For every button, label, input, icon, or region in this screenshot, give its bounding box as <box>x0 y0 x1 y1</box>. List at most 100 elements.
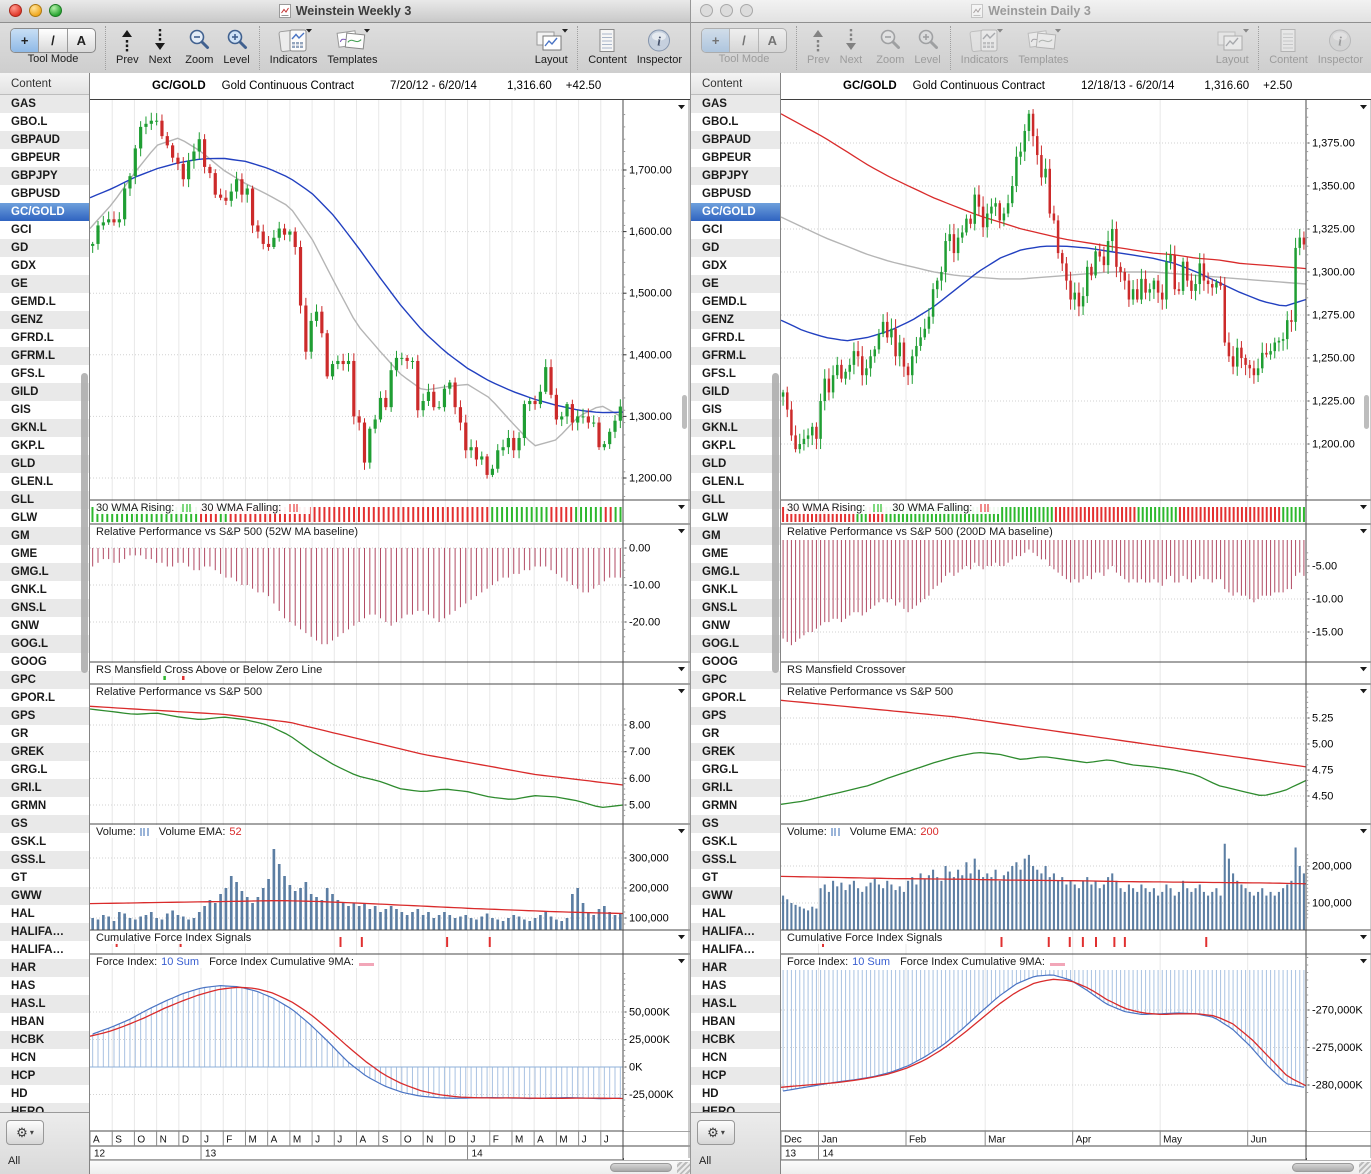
sidebar-item-gnkl[interactable]: GNK.L <box>0 581 89 599</box>
sidebar-item-gww[interactable]: GWW <box>0 887 89 905</box>
sidebar-item-gr[interactable]: GR <box>691 725 780 743</box>
sidebar-item-gt[interactable]: GT <box>691 869 780 887</box>
sidebar-item-hcn[interactable]: HCN <box>0 1049 89 1067</box>
sidebar-item-gas[interactable]: GAS <box>691 95 780 113</box>
sidebar-item-hal[interactable]: HAL <box>691 905 780 923</box>
sidebar-item-gps[interactable]: GPS <box>0 707 89 725</box>
sidebar-item-gfsl[interactable]: GFS.L <box>691 365 780 383</box>
zoom-out-button[interactable]: Zoom <box>185 26 213 66</box>
indicators-button[interactable]: Indicators <box>961 26 1009 66</box>
sidebar-item-gnw[interactable]: GNW <box>691 617 780 635</box>
sidebar-item-gbpusd[interactable]: GBPUSD <box>691 185 780 203</box>
sidebar-item-hasl[interactable]: HAS.L <box>691 995 780 1013</box>
sidebar-item-gogl[interactable]: GOG.L <box>0 635 89 653</box>
content-button[interactable]: Content <box>1269 26 1308 66</box>
sidebar-item-gssl[interactable]: GSS.L <box>0 851 89 869</box>
sidebar-item-grmn[interactable]: GRMN <box>0 797 89 815</box>
sidebar-item-halifa[interactable]: HALIFA… <box>691 941 780 959</box>
zoom-out-button[interactable]: Zoom <box>876 26 904 66</box>
content-button[interactable]: Content <box>588 26 627 66</box>
sidebar-item-gt[interactable]: GT <box>0 869 89 887</box>
horizontal-scrollbar[interactable] <box>90 1160 690 1174</box>
sidebar-item-gd[interactable]: GD <box>0 239 89 257</box>
layout-button[interactable]: Layout <box>1215 26 1249 66</box>
text-tool-button[interactable]: A <box>68 29 95 52</box>
sidebar-item-gd[interactable]: GD <box>691 239 780 257</box>
sidebar-item-gemdl[interactable]: GEMD.L <box>0 293 89 311</box>
resize-grip[interactable] <box>677 1162 690 1174</box>
sidebar-item-gpc[interactable]: GPC <box>691 671 780 689</box>
sidebar-scrollbar[interactable] <box>772 373 779 673</box>
sidebar-item-gskl[interactable]: GSK.L <box>691 833 780 851</box>
zoom-level-button[interactable]: Level <box>914 26 940 66</box>
crosshair-tool-button[interactable]: + <box>702 29 730 52</box>
crosshair-tool-button[interactable]: + <box>11 29 39 52</box>
prev-button[interactable]: Prev <box>807 26 830 66</box>
sidebar-item-gild[interactable]: GILD <box>691 383 780 401</box>
resize-grip[interactable] <box>1359 1162 1371 1174</box>
sidebar-item-gnkl[interactable]: GNK.L <box>691 581 780 599</box>
sidebar-item-gbpeur[interactable]: GBPEUR <box>691 149 780 167</box>
sidebar-item-hcp[interactable]: HCP <box>0 1067 89 1085</box>
sidebar-item-gbpjpy[interactable]: GBPJPY <box>0 167 89 185</box>
sidebar-item-genz[interactable]: GENZ <box>0 311 89 329</box>
text-tool-button[interactable]: A <box>759 29 786 52</box>
sidebar-item-gps[interactable]: GPS <box>691 707 780 725</box>
sidebar-item-glenl[interactable]: GLEN.L <box>0 473 89 491</box>
scrollbar-thumb[interactable] <box>1292 1163 1354 1172</box>
sidebar-item-gis[interactable]: GIS <box>691 401 780 419</box>
action-gear-button[interactable]: ⚙▾ <box>6 1120 44 1145</box>
sidebar-item-gemdl[interactable]: GEMD.L <box>691 293 780 311</box>
sidebar-item-hcbk[interactable]: HCBK <box>0 1031 89 1049</box>
sidebar-item-hd[interactable]: HD <box>0 1085 89 1103</box>
sidebar-item-hd[interactable]: HD <box>691 1085 780 1103</box>
sidebar-item-hasl[interactable]: HAS.L <box>0 995 89 1013</box>
sidebar-item-gbol[interactable]: GBO.L <box>0 113 89 131</box>
line-tool-button[interactable]: / <box>39 29 67 52</box>
sidebar-item-grek[interactable]: GREK <box>0 743 89 761</box>
sidebar-item-has[interactable]: HAS <box>0 977 89 995</box>
sidebar-item-gssl[interactable]: GSS.L <box>691 851 780 869</box>
sidebar-item-gpc[interactable]: GPC <box>0 671 89 689</box>
sidebar-item-gs[interactable]: GS <box>691 815 780 833</box>
sidebar-item-gskl[interactable]: GSK.L <box>0 833 89 851</box>
zoom-level-button[interactable]: Level <box>223 26 249 66</box>
templates-button[interactable]: Templates <box>327 26 377 66</box>
sidebar-item-gmgl[interactable]: GMG.L <box>0 563 89 581</box>
sidebar-item-gci[interactable]: GCI <box>0 221 89 239</box>
sidebar-item-gogl[interactable]: GOG.L <box>691 635 780 653</box>
sidebar-item-gbpusd[interactable]: GBPUSD <box>0 185 89 203</box>
sidebar-item-gbol[interactable]: GBO.L <box>691 113 780 131</box>
sidebar-item-gfrdl[interactable]: GFRD.L <box>691 329 780 347</box>
sidebar-item-grgl[interactable]: GRG.L <box>0 761 89 779</box>
minimize-button[interactable] <box>29 4 42 17</box>
sidebar-item-glw[interactable]: GLW <box>691 509 780 527</box>
sidebar-item-ge[interactable]: GE <box>0 275 89 293</box>
sidebar-item-grek[interactable]: GREK <box>691 743 780 761</box>
next-button[interactable]: Next <box>149 26 172 66</box>
inspector-button[interactable]: iInspector <box>1318 26 1363 66</box>
sidebar-item-har[interactable]: HAR <box>691 959 780 977</box>
sidebar-item-gm[interactable]: GM <box>691 527 780 545</box>
close-button[interactable] <box>700 4 713 17</box>
titlebar[interactable]: Weinstein Weekly 3 <box>0 0 690 23</box>
sidebar-item-hcp[interactable]: HCP <box>691 1067 780 1085</box>
sidebar-item-gnsl[interactable]: GNS.L <box>0 599 89 617</box>
sidebar-item-goog[interactable]: GOOG <box>691 653 780 671</box>
sidebar-item-gr[interactable]: GR <box>0 725 89 743</box>
sidebar-item-gcgold[interactable]: GC/GOLD <box>691 203 780 221</box>
sidebar-item-halifa[interactable]: HALIFA… <box>691 923 780 941</box>
sidebar-item-gs[interactable]: GS <box>0 815 89 833</box>
action-gear-button[interactable]: ⚙▾ <box>697 1120 735 1145</box>
zoom-button[interactable] <box>49 4 62 17</box>
chart-canvas[interactable]: 1,375.001,350.001,325.001,300.001,275.00… <box>781 100 1371 1174</box>
sidebar-item-gbpaud[interactable]: GBPAUD <box>0 131 89 149</box>
sidebar-item-gm[interactable]: GM <box>0 527 89 545</box>
line-tool-button[interactable]: / <box>730 29 758 52</box>
sidebar-item-gme[interactable]: GME <box>0 545 89 563</box>
sidebar-item-gfsl[interactable]: GFS.L <box>0 365 89 383</box>
sidebar-item-hban[interactable]: HBAN <box>0 1013 89 1031</box>
sidebar-item-hal[interactable]: HAL <box>0 905 89 923</box>
sidebar-item-gfrdl[interactable]: GFRD.L <box>0 329 89 347</box>
sidebar-item-goog[interactable]: GOOG <box>0 653 89 671</box>
